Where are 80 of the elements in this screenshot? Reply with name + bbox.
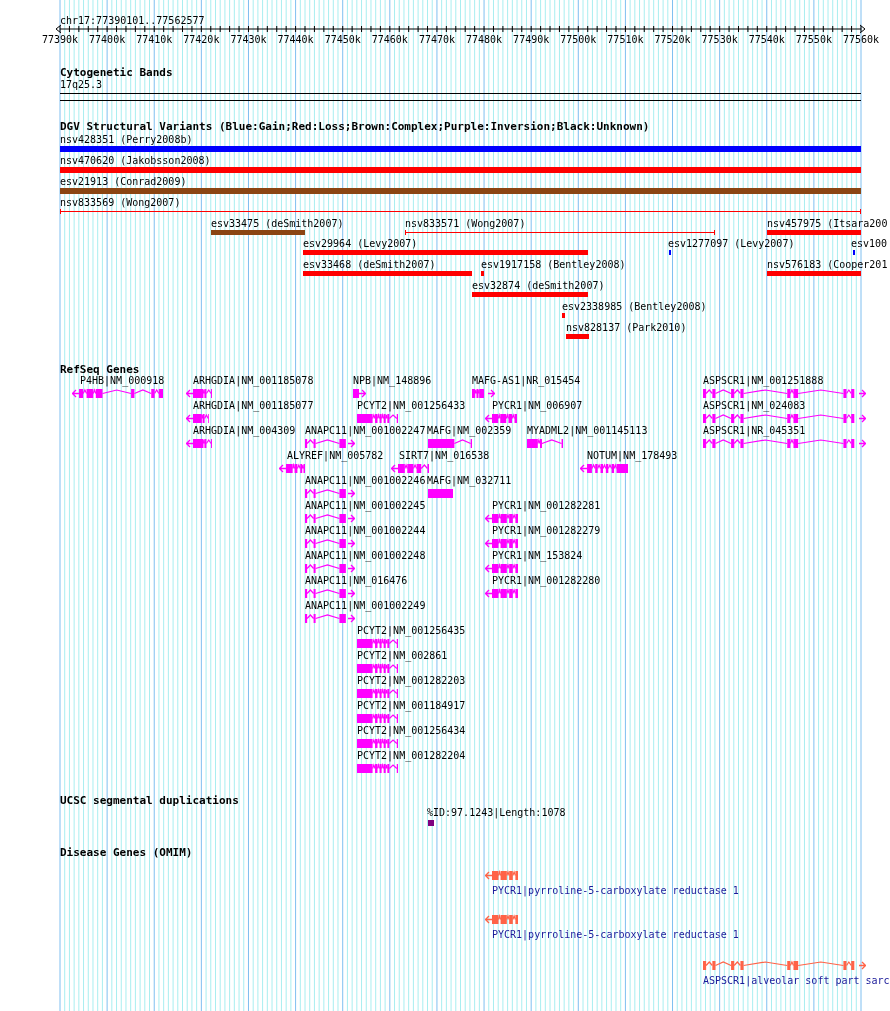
variant-label: esv100 bbox=[851, 238, 888, 250]
gene-label: MYADML2|NM_001145113 bbox=[527, 425, 648, 437]
gene-label: PCYT2|NM_001256435 bbox=[357, 625, 466, 637]
variant-label: esv33475 (deSmith2007) bbox=[211, 218, 344, 230]
gene-label: PCYT2|NM_001184917 bbox=[357, 700, 466, 712]
gene-label: PYCR1|NM_001282279 bbox=[492, 525, 601, 537]
duplication-mark bbox=[428, 820, 434, 826]
variant-label: nsv833571 (Wong2007) bbox=[405, 218, 526, 230]
gene-label: NPB|NM_148896 bbox=[353, 375, 432, 387]
variant-label: esv2338985 (Bentley2008) bbox=[562, 301, 707, 313]
variant-label: esv1917158 (Bentley2008) bbox=[481, 259, 626, 271]
band-label: 17q25.3 bbox=[60, 79, 103, 91]
variant-label: esv1277097 (Levy2007) bbox=[668, 238, 795, 250]
tick-label: 77520k bbox=[654, 34, 691, 46]
variant-label: nsv828137 (Park2010) bbox=[566, 322, 687, 334]
gene-label: NOTUM|NM_178493 bbox=[587, 450, 678, 462]
tick-label: 77500k bbox=[560, 34, 597, 46]
tick-label: 77450k bbox=[324, 34, 361, 46]
gene-label: PCYT2|NM_002861 bbox=[357, 650, 448, 662]
gene-label: MAFG-AS1|NR_015454 bbox=[472, 375, 581, 387]
gene-label: PCYT2|NM_001256433 bbox=[357, 400, 466, 412]
gene-label: ANAPC11|NM_001002246 bbox=[305, 475, 426, 487]
tick-label: 77470k bbox=[418, 34, 455, 46]
variant-label: esv21913 (Conrad2009) bbox=[60, 176, 187, 188]
track-title: RefSeq Genes bbox=[60, 363, 140, 376]
variant-label: esv33468 (deSmith2007) bbox=[303, 259, 436, 271]
variant-label: esv32874 (deSmith2007) bbox=[472, 280, 605, 292]
variant-label: nsv428351 (Perry2008b) bbox=[60, 134, 193, 146]
gene-label: MAFG|NM_032711 bbox=[427, 475, 512, 487]
gene-label: ASPSCR1|NM_024083 bbox=[703, 400, 806, 412]
track-title: UCSC segmental duplications bbox=[60, 794, 239, 807]
variant-label: nsv470620 (Jakobsson2008) bbox=[60, 155, 211, 167]
gene-label: PYCR1|NM_001282281 bbox=[492, 500, 601, 512]
tick-label: 77480k bbox=[466, 34, 503, 46]
gene-label: ARHGDIA|NM_004309 bbox=[193, 425, 296, 437]
tick-label: 77410k bbox=[136, 34, 173, 46]
gene-label: PYCR1|NM_006907 bbox=[492, 400, 583, 412]
gene-label: PYCR1|NM_153824 bbox=[492, 550, 583, 562]
disease-label: ASPSCR1|alveolar soft part sarc bbox=[703, 975, 890, 987]
gene-label: ALYREF|NM_005782 bbox=[287, 450, 384, 462]
region-label: chr17:77390101..77562577 bbox=[60, 15, 205, 27]
duplication-label: %ID:97.1243|Length:1078 bbox=[427, 807, 566, 819]
gene-label: ANAPC11|NM_016476 bbox=[305, 575, 408, 587]
gene-label: ANAPC11|NM_001002244 bbox=[305, 525, 426, 537]
gene-label: ANAPC11|NM_001002247 bbox=[305, 425, 426, 437]
tick-label: 77550k bbox=[795, 34, 832, 46]
gene-label: ASPSCR1|NM_001251888 bbox=[703, 375, 824, 387]
tick-label: 77510k bbox=[607, 34, 644, 46]
gene-label: ANAPC11|NM_001002248 bbox=[305, 550, 426, 562]
tick-label: 77490k bbox=[513, 34, 550, 46]
tick-label: 77430k bbox=[230, 34, 267, 46]
variant-label: nsv457975 (Itsara200 bbox=[767, 218, 888, 230]
gene-label: PCYT2|NM_001256434 bbox=[357, 725, 466, 737]
gene-label: SIRT7|NM_016538 bbox=[399, 450, 490, 462]
tick-label: 77390k bbox=[41, 34, 79, 46]
tick-label: 77400k bbox=[89, 34, 126, 46]
track-title: Disease Genes (OMIM) bbox=[60, 846, 193, 859]
gene-label: PCYT2|NM_001282203 bbox=[357, 675, 466, 687]
tick-label: 77540k bbox=[748, 34, 785, 46]
variant-label: esv29964 (Levy2007) bbox=[303, 238, 418, 250]
gene-label: ANAPC11|NM_001002249 bbox=[305, 600, 426, 612]
tick-label: 77530k bbox=[701, 34, 738, 46]
track-title: Cytogenetic Bands bbox=[60, 66, 173, 79]
gene-label: ARHGDIA|NM_001185078 bbox=[193, 375, 314, 387]
variant-label: nsv576183 (Cooper201 bbox=[767, 259, 888, 271]
track-title: DGV Structural Variants (Blue:Gain;Red:Loss;Brown:Complex;Purple:Inversion;Black:Unknown) bbox=[60, 120, 650, 133]
gene-label: ASPSCR1|NR_045351 bbox=[703, 425, 806, 437]
disease-label: PYCR1|pyrroline-5-carboxylate reductase 1 bbox=[492, 885, 739, 897]
tick-label: 77460k bbox=[371, 34, 408, 46]
gene-label: MAFG|NM_002359 bbox=[427, 425, 512, 437]
tick-label: 77440k bbox=[277, 34, 314, 46]
tick-label: 77420k bbox=[183, 34, 220, 46]
gene-label: ANAPC11|NM_001002245 bbox=[305, 500, 426, 512]
gene-label: PCYT2|NM_001282204 bbox=[357, 750, 466, 762]
gene-label: PYCR1|NM_001282280 bbox=[492, 575, 601, 587]
gene-label: P4HB|NM_000918 bbox=[80, 375, 165, 387]
tick-label: 77560k bbox=[842, 34, 880, 46]
disease-label: PYCR1|pyrroline-5-carboxylate reductase 1 bbox=[492, 929, 739, 941]
gene-label: ARHGDIA|NM_001185077 bbox=[193, 400, 314, 412]
variant-label: nsv833569 (Wong2007) bbox=[60, 197, 181, 209]
